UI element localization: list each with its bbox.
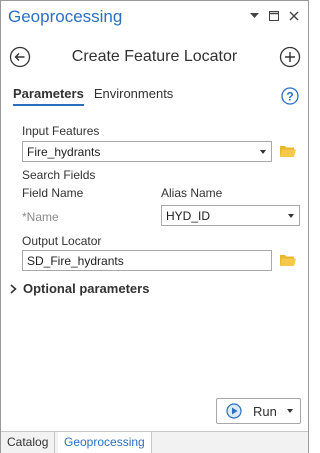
help-icon[interactable]: ? — [281, 87, 299, 105]
chevron-down-icon[interactable] — [288, 214, 294, 218]
search-field-name: *Name — [22, 210, 59, 224]
run-button[interactable]: Run — [216, 398, 301, 424]
tab-environments[interactable]: Environments — [94, 86, 173, 106]
tool-tabs: Parameters Environments — [13, 86, 173, 106]
tab-parameters[interactable]: Parameters — [13, 86, 84, 106]
tab-geoprocessing[interactable]: Geoprocessing — [58, 432, 152, 453]
folder-icon[interactable] — [279, 143, 297, 159]
alias-name-value: HYD_ID — [166, 209, 211, 223]
output-locator-input[interactable]: SD_Fire_hydrants — [22, 250, 272, 271]
geoprocessing-pane: Geoprocessing Create Feature Locator Par… — [0, 0, 309, 453]
run-label: Run — [253, 404, 277, 419]
alias-name-combo[interactable]: HYD_ID — [161, 205, 300, 226]
add-circle-icon[interactable] — [279, 46, 301, 68]
bottom-tabs: Catalog Geoprocessing — [1, 431, 308, 453]
chevron-down-icon[interactable] — [260, 150, 266, 154]
output-locator-value: SD_Fire_hydrants — [27, 254, 124, 268]
pane-title: Geoprocessing — [8, 7, 123, 26]
window-controls — [248, 9, 300, 23]
tab-catalog[interactable]: Catalog — [1, 432, 56, 453]
tool-title: Create Feature Locator — [71, 48, 238, 65]
input-features-value: Fire_hydrants — [27, 145, 101, 159]
restore-window-icon[interactable] — [268, 9, 280, 23]
search-fields-label: Search Fields — [22, 168, 96, 182]
field-name-header: Field Name — [22, 186, 84, 200]
output-locator-label: Output Locator — [22, 234, 102, 248]
tool-header: Create Feature Locator — [1, 41, 308, 73]
caret-down-icon — [287, 409, 293, 413]
pane-titlebar: Geoprocessing — [1, 1, 308, 35]
close-icon[interactable] — [288, 9, 300, 23]
run-options-dropdown[interactable] — [282, 399, 300, 423]
optional-parameters-expander[interactable]: Optional parameters — [10, 281, 149, 296]
alias-name-header: Alias Name — [161, 186, 223, 200]
svg-text:?: ? — [286, 90, 293, 104]
input-features-label: Input Features — [22, 124, 100, 138]
play-circle-icon — [226, 403, 242, 419]
input-features-combo[interactable]: Fire_hydrants — [22, 141, 272, 162]
folder-icon[interactable] — [279, 252, 297, 268]
chevron-right-icon — [10, 283, 17, 294]
optional-parameters-label: Optional parameters — [23, 281, 150, 296]
dropdown-arrow-icon[interactable] — [248, 9, 260, 23]
